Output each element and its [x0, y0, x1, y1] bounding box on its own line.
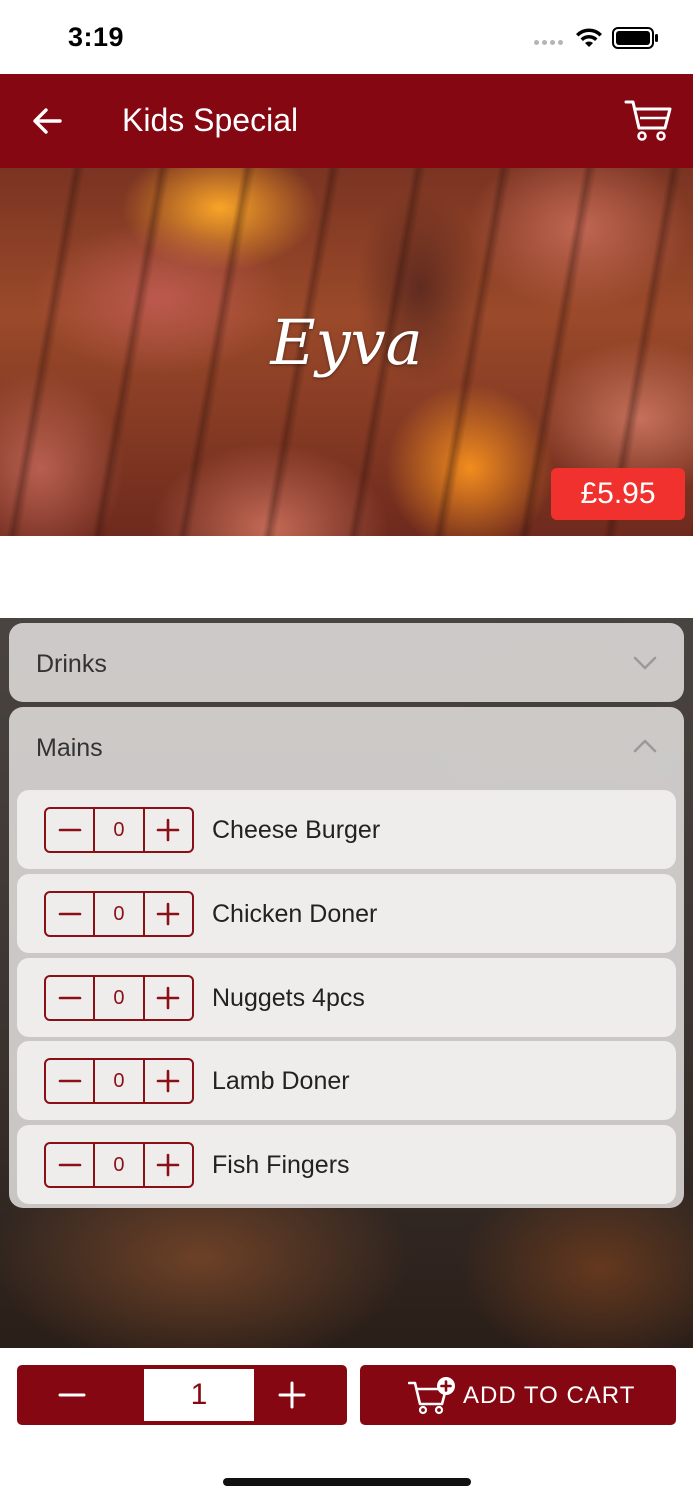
- minus-icon: [58, 1393, 86, 1397]
- item-quantity[interactable]: 0: [93, 977, 145, 1019]
- accordion-title-mains[interactable]: Mains: [36, 734, 103, 763]
- minus-icon: [58, 996, 81, 1000]
- item-quantity[interactable]: 0: [93, 1060, 145, 1102]
- decrement-button[interactable]: [46, 809, 93, 851]
- decrement-button[interactable]: [46, 1144, 93, 1186]
- quantity-stepper: 0: [44, 891, 194, 937]
- home-indicator[interactable]: [223, 1478, 471, 1486]
- status-time: 3:19: [68, 22, 125, 52]
- plus-icon: [157, 986, 180, 1010]
- item-quantity[interactable]: 0: [93, 809, 145, 851]
- quantity-stepper: 0: [44, 807, 194, 853]
- app-bar: Kids Special: [0, 74, 693, 168]
- item-name: Chicken Doner: [212, 900, 378, 928]
- menu-item-row: 0 Cheese Burger: [17, 790, 676, 869]
- cart-quantity-stepper: 1: [17, 1365, 347, 1425]
- minus-icon: [58, 1079, 81, 1083]
- decrement-button[interactable]: [46, 977, 93, 1019]
- shopping-cart-icon[interactable]: [624, 98, 672, 142]
- quantity-stepper: 0: [44, 975, 194, 1021]
- plus-icon: [157, 1069, 180, 1093]
- plus-icon: [157, 902, 180, 926]
- decrement-button[interactable]: [46, 1060, 93, 1102]
- item-name: Cheese Burger: [212, 816, 381, 844]
- minus-icon: [58, 1163, 81, 1167]
- item-name: Lamb Doner: [212, 1067, 350, 1095]
- chevron-up-icon[interactable]: [633, 739, 657, 753]
- minus-icon: [58, 828, 81, 832]
- signal-icon: [534, 40, 563, 45]
- menu-item-row: 0 Nuggets 4pcs: [17, 958, 676, 1037]
- menu-item-row: 0 Lamb Doner: [17, 1041, 676, 1120]
- status-bar: 3:19: [0, 0, 693, 74]
- price-badge: £5.95: [551, 468, 685, 520]
- item-quantity[interactable]: 0: [93, 1144, 145, 1186]
- item-name: Fish Fingers: [212, 1151, 350, 1179]
- increment-button[interactable]: [145, 1144, 192, 1186]
- accordion-mains: Mains 0 Cheese Burger 0 Chicken Doner 0 …: [9, 707, 684, 1208]
- add-to-cart-label: ADD TO CART: [463, 1382, 636, 1409]
- increment-button[interactable]: [145, 977, 192, 1019]
- menu-item-row: 0 Fish Fingers: [17, 1125, 676, 1204]
- battery-icon: [612, 27, 658, 49]
- quantity-stepper: 0: [44, 1142, 194, 1188]
- quantity-decrement-button[interactable]: [17, 1365, 127, 1425]
- plus-icon: [157, 1153, 180, 1177]
- quantity-stepper: 0: [44, 1058, 194, 1104]
- plus-icon: [278, 1381, 306, 1409]
- increment-button[interactable]: [145, 893, 192, 935]
- item-quantity[interactable]: 0: [93, 893, 145, 935]
- accordion-title-drinks: Drinks: [36, 650, 107, 678]
- accordion-drinks[interactable]: Drinks: [9, 623, 684, 702]
- minus-icon: [58, 912, 81, 916]
- decrement-button[interactable]: [46, 893, 93, 935]
- add-to-cart-button[interactable]: ADD TO CART: [360, 1365, 676, 1425]
- quantity-increment-button[interactable]: [237, 1365, 347, 1425]
- menu-item-row: 0 Chicken Doner: [17, 874, 676, 953]
- restaurant-logo: Eyva: [270, 306, 423, 379]
- item-name: Nuggets 4pcs: [212, 984, 365, 1012]
- cart-add-icon: [408, 1377, 455, 1415]
- wifi-icon: [576, 28, 602, 47]
- plus-icon: [157, 818, 180, 842]
- arrow-left-icon[interactable]: [28, 102, 66, 140]
- increment-button[interactable]: [145, 809, 192, 851]
- increment-button[interactable]: [145, 1060, 192, 1102]
- page-title: Kids Special: [122, 102, 299, 138]
- chevron-down-icon: [633, 656, 657, 670]
